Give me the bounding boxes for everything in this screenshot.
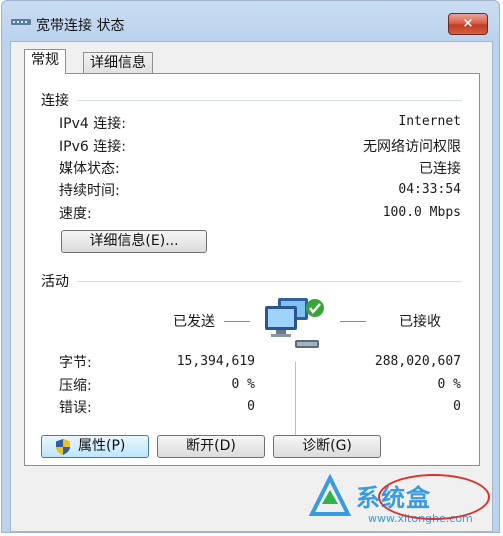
watermark-logo-icon bbox=[308, 474, 352, 516]
dialog-window: 宽带连接 状态 × 详细信息 连接 IPv4 连接: Internet IPv6… bbox=[1, 0, 500, 533]
connection-group-divider bbox=[77, 100, 462, 101]
compression-received-value: 0 % bbox=[437, 377, 461, 392]
speed-label: 速度: bbox=[59, 206, 92, 222]
errors-sent-value: 0 bbox=[247, 399, 255, 414]
errors-label: 错误: bbox=[59, 400, 92, 416]
details-button[interactable]: 详细信息(E)... bbox=[61, 230, 207, 253]
properties-button-label: 属性(P) bbox=[78, 438, 126, 454]
ipv6-label: IPv6 连接: bbox=[59, 139, 126, 155]
ipv4-value: Internet bbox=[398, 114, 461, 129]
dialog-client-area: 详细信息 连接 IPv4 连接: Internet IPv6 连接: 无网络访问… bbox=[10, 41, 493, 532]
connection-group-label: 连接 bbox=[41, 90, 69, 110]
bytes-label: 字节: bbox=[59, 355, 92, 371]
bytes-sent-value: 15,394,619 bbox=[176, 354, 255, 369]
properties-button[interactable]: 属性(P) bbox=[41, 435, 149, 458]
window-title: 宽带连接 状态 bbox=[36, 18, 125, 34]
media-state-label: 媒体状态: bbox=[59, 161, 120, 177]
disconnect-button[interactable]: 断开(D) bbox=[157, 435, 265, 458]
tab-general[interactable]: 常规 bbox=[24, 49, 66, 74]
sent-label: 已发送 bbox=[173, 314, 215, 330]
network-computers-icon bbox=[265, 298, 324, 348]
activity-group-label: 活动 bbox=[41, 271, 69, 291]
highlight-circle bbox=[378, 474, 490, 520]
sent-connector-line bbox=[224, 321, 250, 322]
duration-label: 持续时间: bbox=[59, 183, 120, 199]
shield-icon bbox=[56, 439, 70, 455]
ipv4-label: IPv4 连接: bbox=[59, 116, 126, 132]
compression-sent-value: 0 % bbox=[231, 377, 255, 392]
errors-received-value: 0 bbox=[453, 399, 461, 414]
speed-value: 100.0 Mbps bbox=[382, 205, 461, 220]
duration-value: 04:33:54 bbox=[398, 182, 461, 197]
received-label: 已接收 bbox=[399, 314, 441, 330]
activity-group-divider bbox=[77, 281, 462, 282]
media-state-value: 已连接 bbox=[419, 161, 461, 177]
close-button[interactable]: × bbox=[448, 13, 488, 35]
close-icon: × bbox=[462, 16, 474, 31]
tab-details[interactable]: 详细信息 bbox=[83, 52, 153, 74]
ipv6-value: 无网络访问权限 bbox=[363, 139, 461, 155]
activity-divider-line bbox=[295, 362, 296, 440]
bytes-received-value: 288,020,607 bbox=[374, 354, 461, 369]
tab-panel-general: 连接 IPv4 连接: Internet IPv6 连接: 无网络访问权限 媒体… bbox=[24, 73, 480, 466]
diagnose-button[interactable]: 诊断(G) bbox=[273, 435, 381, 458]
title-bar[interactable]: 宽带连接 状态 × bbox=[2, 1, 499, 39]
compression-label: 压缩: bbox=[59, 378, 92, 394]
received-connector-line bbox=[340, 321, 366, 322]
network-connection-icon bbox=[11, 19, 31, 25]
